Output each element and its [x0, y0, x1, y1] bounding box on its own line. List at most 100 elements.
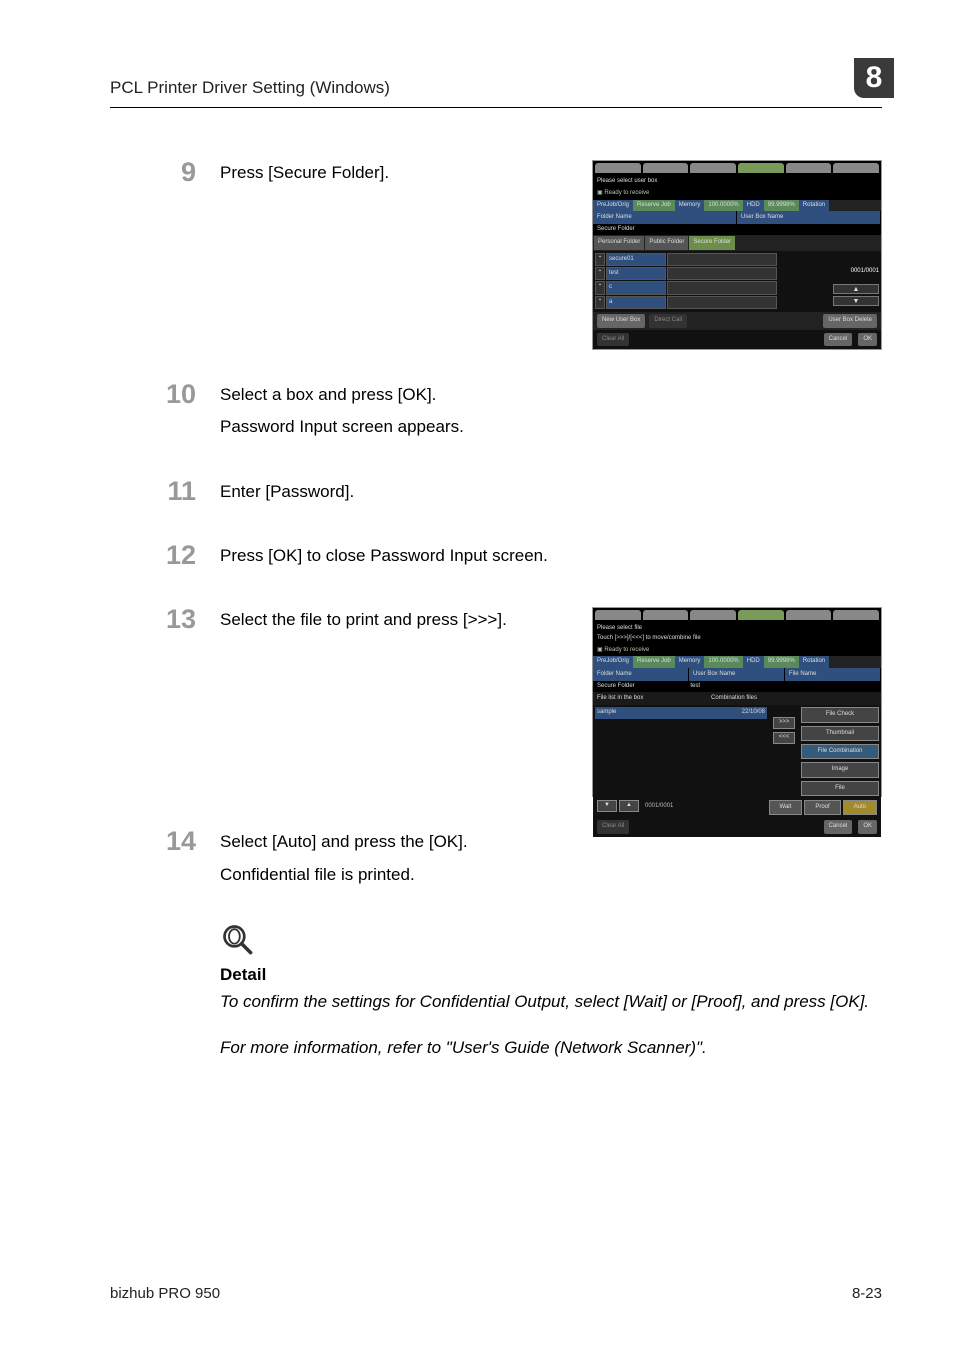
step-number: 12: [110, 539, 220, 575]
meter-memory: Memory: [675, 656, 705, 667]
step-number: 11: [110, 475, 220, 511]
move-left-button: <<<: [773, 732, 795, 744]
step-number: 14: [110, 825, 220, 894]
meter-reserve: Reserve Job: [633, 200, 675, 211]
col-folder: Folder Name: [593, 211, 737, 224]
col-user: User Box Name: [689, 668, 785, 681]
col-file: File Name: [785, 668, 881, 681]
row-user: [667, 267, 777, 280]
list-row: ▪test: [595, 267, 829, 280]
meter-reserve: Reserve Job: [633, 656, 675, 667]
direct-call-button: Direct Call: [649, 314, 687, 327]
subtab-secure: Secure Folder: [689, 236, 735, 249]
shot-banner: Please select user box: [593, 175, 881, 188]
meter-rot: Rotation: [799, 656, 829, 667]
row-folder: a: [606, 296, 666, 309]
auto-button: Auto: [843, 800, 877, 815]
up-arrow-icon: ▲: [833, 284, 879, 294]
shot-banner-l2: Touch [>>>]/[<<<] to move/combine file: [597, 634, 877, 643]
list-row: ▪a: [595, 296, 829, 309]
step-text: Press [OK] to close Password Input scree…: [220, 543, 882, 569]
clear-all-button: Clear All: [597, 333, 629, 346]
detail-text: For more information, refer to "User's G…: [220, 1035, 882, 1061]
meter-memval: 100.0000%: [704, 200, 742, 211]
meter-hdd: HDD: [743, 656, 764, 667]
file-list-header: File list in the box: [597, 694, 681, 703]
meter-prejob: PreJob/Orig: [593, 200, 633, 211]
meter-hddval: 99.9998%: [764, 200, 799, 211]
col-user: User Box Name: [737, 211, 881, 224]
page-count: 0001/0001: [833, 267, 879, 276]
wait-button: Wait: [769, 800, 803, 815]
row-folder: c: [606, 281, 666, 294]
step-number: 10: [110, 378, 220, 447]
cancel-button: Cancel: [824, 333, 853, 346]
step-text: Password Input screen appears.: [220, 414, 882, 440]
file-combination-label: File Combination: [801, 744, 879, 759]
page-footer: bizhub PRO 950 8-23: [110, 1275, 882, 1302]
meter-hdd: HDD: [743, 200, 764, 211]
shot-status: Ready to receive: [604, 190, 649, 196]
list-row: ▪c: [595, 281, 829, 294]
meter-prejob: PreJob/Orig: [593, 656, 633, 667]
file-row-name: sample: [595, 707, 740, 718]
move-right-button: >>>: [773, 717, 795, 729]
tab-machine: [833, 163, 879, 173]
chapter-badge: 8: [854, 58, 894, 98]
page-count: 0001/0001: [641, 800, 677, 815]
step-text: Enter [Password].: [220, 479, 882, 505]
page-header: PCL Printer Driver Setting (Windows) 8: [110, 60, 882, 108]
folder-label: Secure Folder: [597, 682, 690, 691]
tab-joblist: [786, 610, 832, 620]
lock-icon: ▪: [595, 253, 605, 266]
device-screenshot-2: Please select file Touch [>>>]/[<<<] to …: [592, 607, 882, 797]
row-folder: secure01: [606, 253, 666, 266]
device-screenshot-1: Please select user box ▣ Ready to receiv…: [592, 160, 882, 350]
meter-rot: Rotation: [799, 200, 829, 211]
combination-files-header: Combination files: [711, 694, 795, 703]
subtab-personal: Personal Folder: [594, 236, 644, 249]
image-button: Image: [801, 762, 879, 777]
new-user-box-button: New User Box: [597, 314, 645, 327]
step-text: Select [Auto] and press the [OK].: [220, 829, 882, 855]
step-number: 9: [110, 156, 220, 350]
lock-icon: ▪: [595, 281, 605, 294]
detail-heading: Detail: [220, 965, 882, 985]
lock-icon: ▪: [595, 267, 605, 280]
meter-memory: Memory: [675, 200, 705, 211]
lock-icon: ▪: [595, 296, 605, 309]
shot-banner-l1: Please select file: [597, 624, 877, 633]
tab-store: [690, 610, 736, 620]
row-user: [667, 281, 777, 294]
list-row: ▪secure01: [595, 253, 829, 266]
magnifier-icon: [220, 922, 256, 958]
subtab-public: Public Folder: [645, 236, 688, 249]
tab-recall: [738, 610, 784, 620]
ok-button: OK: [858, 333, 877, 346]
detail-text: To confirm the settings for Confidential…: [220, 989, 882, 1015]
userbox-value: test: [690, 682, 783, 691]
step-text: Select a box and press [OK].: [220, 382, 882, 408]
chapter-badge-num: 8: [866, 61, 883, 95]
tab-scan: [643, 163, 689, 173]
tab-copy: [595, 610, 641, 620]
tab-machine: [833, 610, 879, 620]
down-arrow-icon: ▼: [597, 800, 617, 812]
shot-status: Ready to receive: [604, 647, 649, 653]
col-folder: Folder Name: [593, 668, 689, 681]
step-text: Confidential file is printed.: [220, 862, 882, 888]
file-row-date: 22/10/08: [740, 707, 767, 718]
meter-memval: 100.0000%: [704, 656, 742, 667]
footer-right: 8-23: [852, 1285, 882, 1302]
tab-store: [690, 163, 736, 173]
file-button: File: [801, 781, 879, 796]
folder-label: Secure Folder: [593, 224, 881, 235]
header-title: PCL Printer Driver Setting (Windows): [110, 78, 390, 98]
meter-hddval: 99.9998%: [764, 656, 799, 667]
tab-scan: [643, 610, 689, 620]
proof-button: Proof: [804, 800, 840, 815]
tab-recall: [738, 163, 784, 173]
user-box-delete-button: User Box Delete: [823, 314, 877, 327]
up-arrow-icon: ▲: [619, 800, 639, 812]
down-arrow-icon: ▼: [833, 296, 879, 306]
